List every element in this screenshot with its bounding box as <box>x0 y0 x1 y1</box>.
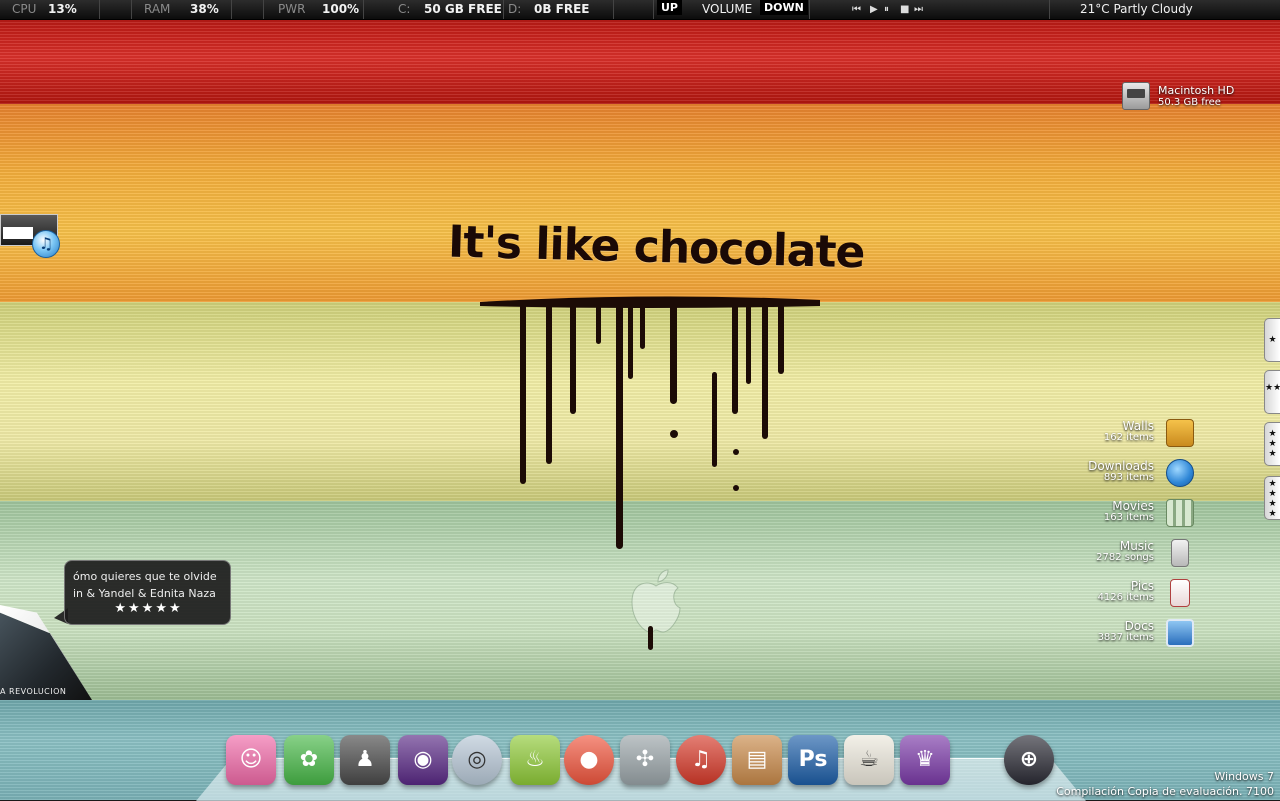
side-tab-3[interactable]: ★★★ <box>1264 422 1280 466</box>
album-cover <box>0 612 92 700</box>
photo-icon <box>1170 579 1190 607</box>
apple-logo <box>631 569 681 650</box>
side-tab-2[interactable]: ★★ <box>1264 370 1280 414</box>
side-tab-4[interactable]: ★★★★ <box>1264 476 1280 520</box>
folder-icon <box>1166 419 1194 447</box>
weather-text: 21°C Partly Cloudy <box>1080 2 1193 16</box>
windmill-icon[interactable]: ✣ <box>620 735 670 785</box>
volume-label: VOLUME <box>702 2 753 16</box>
volume-control: UP VOLUME DOWN <box>654 0 810 19</box>
crystal-ball-icon[interactable]: ⊕ <box>1004 735 1054 785</box>
stack-docs[interactable]: Docs 3837 items <box>1040 619 1200 659</box>
itunes-icon[interactable]: ♫ <box>32 230 60 258</box>
darth-vader-icon[interactable]: ♟ <box>340 735 390 785</box>
system-status-bar: CPU 13% RAM 38% PWR 100% C: 50 GB FREE D… <box>0 0 1280 20</box>
stack-downloads[interactable]: Downloads 893 items <box>1040 459 1200 499</box>
side-tab-1[interactable]: ★ <box>1264 318 1280 362</box>
purple-monster-icon[interactable]: ◉ <box>398 735 448 785</box>
ipod-icon <box>1171 539 1189 567</box>
drive-d-meter: D: 0B FREE <box>504 0 614 19</box>
flower-icon[interactable]: ✿ <box>284 735 334 785</box>
song-artist: in & Yandel & Ednita Naza <box>73 587 216 600</box>
ice-pop-icon[interactable]: ♛ <box>900 735 950 785</box>
drive-name: Macintosh HD <box>1158 84 1235 97</box>
song-title: ómo quieres que te olvide <box>73 570 217 583</box>
grapefruit-icon[interactable]: ● <box>564 735 614 785</box>
power-meter: PWR 100% <box>264 0 364 19</box>
pause-icon[interactable]: ⏸ <box>884 0 889 19</box>
weather-widget[interactable]: 21°C Partly Cloudy <box>1050 0 1280 19</box>
media-controls: ⏮ ▶ ⏸ ■ ⏭ <box>810 0 1050 19</box>
album-art-peel[interactable]: A REVOLUCION <box>0 605 92 700</box>
newspaper-icon[interactable]: ☕ <box>844 735 894 785</box>
windows-version: Windows 7 <box>1214 770 1274 783</box>
stack-walls[interactable]: Walls 162 items <box>1040 419 1200 459</box>
itunes-note-icon[interactable]: ♫ <box>676 735 726 785</box>
stack-movies[interactable]: Movies 163 items <box>1040 499 1200 539</box>
toast-box-icon[interactable]: ▤ <box>732 735 782 785</box>
volume-down-button[interactable]: DOWN <box>760 0 808 15</box>
bottles-icon <box>1166 499 1194 527</box>
hard-drive-icon <box>1122 82 1150 110</box>
cpu-meter: CPU 13% <box>0 0 100 19</box>
chocolate-drip <box>480 296 820 549</box>
next-track-icon[interactable]: ⏭ <box>914 0 923 19</box>
play-icon[interactable]: ▶ <box>870 0 878 19</box>
bird-icon <box>1166 459 1194 487</box>
stack-pics[interactable]: Pics 4126 items <box>1040 579 1200 619</box>
photoshop-icon[interactable]: Ps <box>788 735 838 785</box>
stack-music[interactable]: Music 2782 songs <box>1040 539 1200 579</box>
volume-up-button[interactable]: UP <box>657 0 682 15</box>
finder-face-icon[interactable]: ☺ <box>226 735 276 785</box>
windows-build: Compilación Copia de evaluación. 7100 <box>1056 785 1274 798</box>
cd-disc-icon[interactable]: ◎ <box>452 735 502 785</box>
stop-icon[interactable]: ■ <box>900 0 909 19</box>
screen-icon <box>1166 619 1194 647</box>
previous-track-icon[interactable]: ⏮ <box>852 0 861 19</box>
ram-meter: RAM 38% <box>132 0 232 19</box>
drive-free-space: 50.3 GB free <box>1158 97 1221 108</box>
album-title: A REVOLUCION <box>0 687 67 696</box>
soda-cup-icon[interactable]: ♨ <box>510 735 560 785</box>
drive-c-meter: C: 50 GB FREE <box>364 0 504 19</box>
